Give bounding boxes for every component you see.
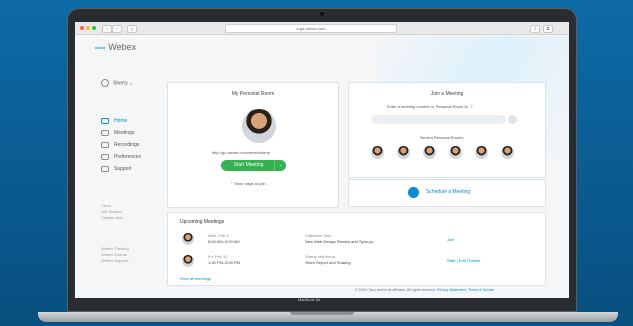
user-avatar-icon — [101, 79, 109, 87]
more-ways-label: More ways to join — [234, 181, 266, 186]
recent-rooms-label: Recent Personal Rooms — [420, 135, 464, 140]
recent-room-avatar[interactable] — [501, 146, 514, 159]
meeting-actions: Start | Edit | Delete — [447, 258, 481, 263]
back-icon[interactable]: ‹ — [102, 25, 112, 33]
sidebar-link[interactable]: Webex Support — [101, 258, 129, 264]
tabs-icon[interactable]: ⧉ — [543, 25, 553, 33]
meeting-host-avatar — [182, 255, 194, 267]
recent-room-avatar[interactable] — [475, 146, 488, 159]
edit-link[interactable]: Edit — [459, 258, 466, 263]
sidebar-item-label: Meetings — [114, 130, 135, 136]
info-icon[interactable]: ⓘ — [470, 104, 474, 109]
user-menu[interactable]: Sherry ⌄ — [101, 79, 133, 87]
laptop-notch — [290, 312, 354, 315]
sidebar-item-home[interactable]: Home — [101, 115, 141, 127]
join-prompt: Enter a meeting number or Personal Room … — [387, 104, 474, 110]
personal-room-link[interactable]: http://go.webex.com/meet/sherry — [212, 150, 270, 155]
webex-wordmark: Webex — [108, 42, 137, 52]
calendar-icon — [408, 187, 419, 198]
sidebar-item-recordings[interactable]: Recordings — [101, 139, 141, 151]
close-dot[interactable] — [80, 26, 84, 30]
start-link[interactable]: Start — [447, 258, 455, 263]
meeting-row-2-info: Sherry McKenna Team Report and Sharing — [305, 254, 351, 266]
personal-room-avatar — [242, 109, 276, 143]
sidebar-item-meetings[interactable]: Meetings — [101, 127, 141, 139]
sidebar-item-label: Recordings — [114, 142, 140, 148]
gear-icon — [101, 154, 109, 160]
browser-toolbar: ‹ › ▯ a.go.webex.com ⇧ ⧉ — [75, 22, 569, 35]
sidebar-icon[interactable]: ▯ — [127, 25, 137, 33]
recent-room-avatar[interactable] — [449, 146, 462, 159]
sidebar-item-preferences[interactable]: Preferences — [101, 151, 141, 163]
upcoming-title: Upcoming Meetings — [180, 219, 225, 225]
footer: © 2016 Cisco and/or its affiliates. All … — [355, 288, 495, 292]
home-icon — [101, 118, 109, 124]
meeting-title[interactable]: New Web Design Review and Sync-up — [305, 239, 374, 245]
chevron-down-icon: ⌄ — [129, 80, 134, 87]
join-link[interactable]: Join — [447, 237, 454, 243]
camera — [320, 12, 324, 16]
sidebar-item-label: Home — [114, 118, 128, 124]
meeting-number-input[interactable] — [371, 115, 506, 124]
recent-room-avatar[interactable] — [423, 146, 436, 159]
meeting-row-1-info: Catherine Sinu New Web Design Review and… — [305, 233, 374, 245]
start-meeting-label: Start Meeting — [233, 162, 264, 168]
user-name: Sherry — [113, 80, 128, 87]
terms-link[interactable]: Terms of Service — [468, 288, 494, 292]
sidebar-nav: Home Meetings Recordings Preferences Sup… — [101, 115, 141, 175]
meeting-time: 8:00 AM–9:00 AM — [208, 239, 240, 244]
meeting-row-2-datetime: Fri, Feb 10 1:30 PM–3:00 PM — [208, 254, 240, 266]
webex-logo: cisco Webex — [95, 42, 136, 52]
minimize-dot[interactable] — [86, 26, 90, 30]
schedule-meeting-link[interactable]: Schedule a Meeting — [426, 189, 470, 195]
sidebar-item-label: Support — [114, 166, 132, 172]
meeting-title[interactable]: Team Report and Sharing — [305, 260, 351, 266]
join-meeting-title: Join a Meeting — [430, 91, 464, 97]
screen: ‹ › ▯ a.go.webex.com ⇧ ⧉ cisco Webex Sher… — [75, 22, 569, 298]
delete-link[interactable]: Delete — [469, 258, 481, 263]
sidebar-link[interactable]: Classic view — [101, 215, 123, 221]
sidebar-item-label: Preferences — [114, 154, 141, 160]
meeting-host-avatar — [182, 233, 194, 245]
privacy-link[interactable]: Privacy Statement — [437, 288, 465, 292]
start-meeting-button[interactable]: Start Meeting ⌄ — [221, 160, 286, 171]
recent-room-avatar[interactable] — [371, 146, 384, 159]
join-arrow-button[interactable] — [508, 115, 517, 124]
chevron-down-icon[interactable]: ⌄ — [274, 160, 286, 171]
meeting-row-1-datetime: Wed, Feb 9 8:00 AM–9:00 AM — [208, 233, 240, 245]
device-label: MacBook Air — [298, 297, 321, 302]
help-icon — [101, 166, 109, 172]
forward-icon[interactable]: › — [112, 25, 122, 33]
calendar-icon — [101, 130, 109, 136]
recent-room-avatar[interactable] — [397, 146, 410, 159]
join-meeting-card: Join a Meeting — [348, 82, 546, 178]
join-prompt-text: Enter a meeting number or Personal Room … — [387, 104, 469, 109]
cisco-wordmark: cisco — [95, 45, 106, 51]
laptop-frame: ‹ › ▯ a.go.webex.com ⇧ ⧉ cisco Webex Sher… — [67, 8, 577, 312]
recording-icon — [101, 142, 109, 148]
share-icon[interactable]: ⇧ — [530, 25, 540, 33]
url-text: a.go.webex.com — [296, 26, 326, 31]
personal-room-card: My Personal Room — [167, 82, 339, 208]
view-all-meetings-link[interactable]: View all meetings — [180, 276, 211, 281]
sidebar-secondary-links: Cisco Get Started Classic view — [101, 203, 123, 221]
copyright-text: © 2016 Cisco and/or its affiliates. All … — [355, 288, 436, 292]
address-bar[interactable]: a.go.webex.com — [225, 24, 397, 33]
personal-room-title: My Personal Room — [231, 91, 275, 97]
maximize-dot[interactable] — [92, 26, 96, 30]
meeting-time: 1:30 PM–3:00 PM — [208, 260, 241, 265]
more-ways-to-join[interactable]: ⌃ More ways to join — [230, 181, 266, 186]
sidebar-tertiary-links: Webex Training Webex Events Webex Suppor… — [101, 246, 129, 264]
sidebar-item-support[interactable]: Support — [101, 163, 141, 175]
